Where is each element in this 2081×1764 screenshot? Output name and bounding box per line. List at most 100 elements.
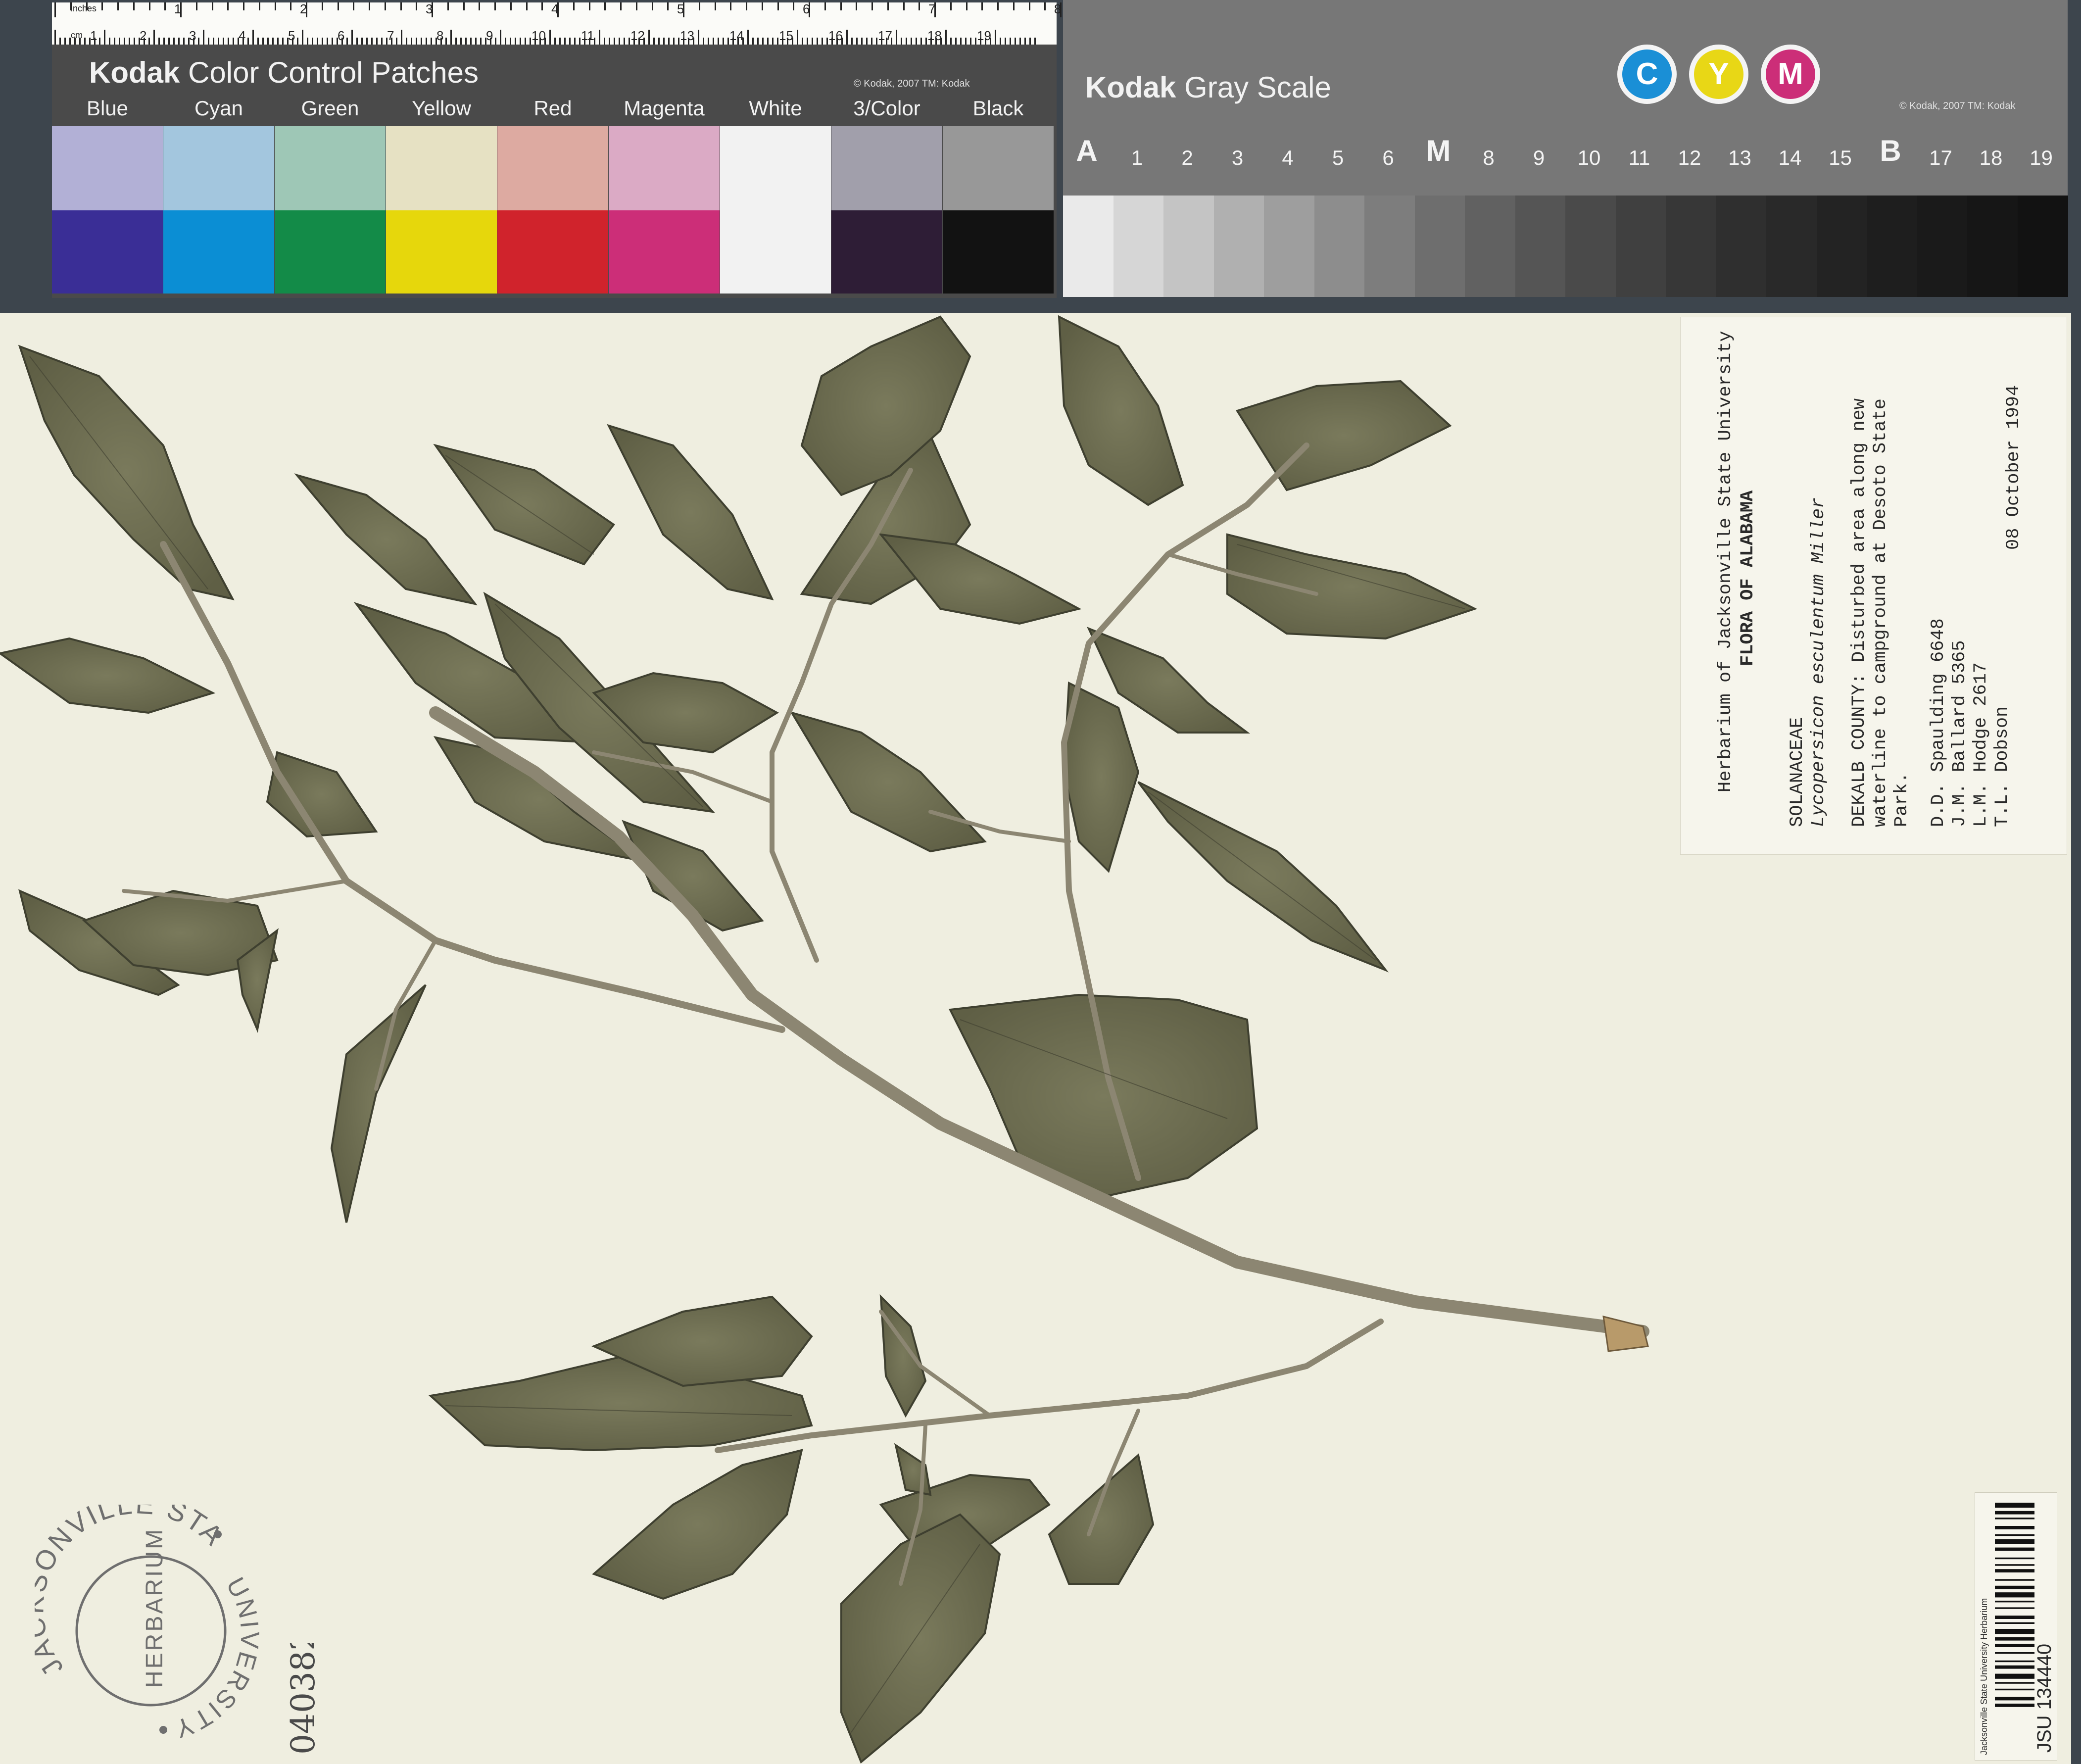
- leaf: [879, 1294, 927, 1418]
- ruler-inch-tick: [369, 2, 370, 10]
- ruler-cm-tick: [223, 38, 224, 45]
- patch-tint: [163, 126, 274, 210]
- ruler-cm-tick: [317, 38, 318, 45]
- ruler-cm-tick: [262, 38, 264, 45]
- ruler-cm-tick: [851, 38, 853, 45]
- ruler-cm-tick: [371, 38, 373, 45]
- ruler-inch-tick: [274, 2, 276, 10]
- ruler-cm-tick: [1034, 38, 1036, 45]
- ruler-inch-tick: [54, 2, 56, 17]
- gray-step-label: 19: [2030, 146, 2053, 169]
- accession-number-text: 040382: [284, 1643, 322, 1755]
- stem-cut-end: [1602, 1316, 1649, 1352]
- ruler-cm-tick: [356, 38, 358, 45]
- gray-step-patch: [1314, 196, 1365, 297]
- ruler-cm-tick: [173, 38, 175, 45]
- ruler-inch-tick: [101, 2, 103, 10]
- ruler-cm-number: 10: [532, 28, 546, 43]
- ruler-inch-tick: [463, 2, 465, 10]
- barcode-bar: [1995, 1592, 2034, 1598]
- ruler-cm-tick: [406, 38, 407, 45]
- label-date: 08 October 1994: [2003, 385, 2024, 550]
- ruler-cm-tick: [455, 38, 457, 45]
- ruler-inch-tick: [541, 2, 543, 10]
- ruler-cm-tick: [158, 38, 160, 45]
- ruler-cm-number: 11: [581, 28, 594, 43]
- ruler-inch-tick: [1028, 2, 1030, 10]
- ruler-cm-tick: [282, 38, 284, 45]
- ruler-inch-tick: [447, 2, 449, 10]
- ruler-cm-tick: [673, 38, 675, 45]
- ruler-cm-tick: [856, 38, 858, 45]
- gray-step-label: 14: [1778, 146, 1802, 169]
- barcode-bar: [1995, 1511, 2034, 1515]
- ruler-cm-tick: [604, 38, 605, 45]
- gray-step-patch: [1867, 196, 1917, 297]
- ruler-inch-tick: [761, 2, 763, 10]
- ruler-inch-number: 7: [928, 1, 936, 16]
- ruler-cm-tick: [663, 38, 665, 45]
- ruler-cm-tick: [817, 38, 818, 45]
- barcode-bar: [1995, 1585, 2034, 1589]
- ruler-cm-tick: [198, 38, 199, 45]
- ruler-cm-tick: [549, 30, 551, 45]
- patch-label-white: White: [749, 97, 802, 120]
- ruler-cm-number: 1: [90, 28, 97, 43]
- ruler-cm-tick: [574, 38, 576, 45]
- barcode-code: JSU 134440: [2033, 1643, 2055, 1753]
- gray-step-label: 9: [1533, 146, 1545, 169]
- barcode-institution: Jacksonville State University Herbarium: [1979, 1598, 1989, 1755]
- ruler-inch-number: 4: [551, 1, 559, 16]
- gray-step-label: 10: [1577, 146, 1601, 169]
- ruler-inch-tick: [290, 2, 292, 10]
- gray-step-patch: [1113, 196, 1164, 297]
- barcode-bar: [1995, 1622, 2034, 1624]
- leaf: [607, 424, 774, 600]
- ruler-cm-tick: [515, 38, 516, 45]
- ruler-cm-tick: [109, 38, 110, 45]
- leaf: [294, 473, 478, 606]
- ruler-cm-number: 13: [680, 28, 694, 43]
- ruler-cm-tick: [297, 38, 298, 45]
- ruler-inch-tick: [164, 2, 166, 10]
- gray-step-label: 17: [1929, 146, 1952, 169]
- ruler-cm-tick: [247, 38, 249, 45]
- ruler-cm-tick: [332, 38, 333, 45]
- stamp-dot: [159, 1726, 167, 1734]
- patch-solid: [720, 210, 831, 294]
- ruler-cm-tick: [653, 38, 655, 45]
- ruler-cm-tick: [777, 38, 778, 45]
- patch-tint: [943, 126, 1054, 210]
- ruler-inch-tick: [871, 2, 873, 10]
- ruler-cm-tick: [648, 30, 650, 45]
- ruler-inch-tick: [620, 2, 622, 10]
- stamp-dot: [214, 1530, 222, 1538]
- barcode-icon: [1995, 1503, 2034, 1707]
- ruler-cm-tick: [911, 38, 912, 45]
- ruler-cm-tick: [431, 38, 432, 45]
- ruler-cm-tick: [322, 38, 323, 45]
- ruler-cm-tick: [69, 38, 71, 45]
- ruler-cm-tick: [381, 38, 383, 45]
- ruler-cm-tick: [975, 38, 976, 45]
- ruler-cm-tick: [218, 38, 219, 45]
- ruler-cm-tick: [970, 38, 971, 45]
- measurement-ruler: inches cm 1 2 3 4 5 6 7 8 1 2 3 4 5 6 7 8 9 10 11 12 13 14 15 1…: [52, 1, 1062, 45]
- ruler-inch-tick: [793, 2, 795, 10]
- gray-step-label: 3: [1231, 146, 1244, 169]
- ruler-cm-tick: [916, 38, 917, 45]
- ruler-cm-tick: [346, 38, 348, 45]
- ruler-cm-tick: [747, 30, 749, 45]
- label-flora: FLORA OF ALABAMA: [1738, 490, 1758, 666]
- branch-stem: [715, 1319, 1384, 1453]
- gray-step-patch: [1465, 196, 1515, 297]
- barcode-bar: [1995, 1644, 2034, 1647]
- ruler-cm-tick: [327, 38, 328, 45]
- patch-solid: [163, 210, 274, 294]
- ruler-cm-tick: [826, 38, 828, 45]
- ruler-inch-tick: [573, 2, 575, 10]
- ruler-cm-tick: [475, 38, 477, 45]
- barcode-bar: [1995, 1682, 2034, 1684]
- ruler-cm-tick: [822, 38, 823, 45]
- ruler-cm-number: 2: [140, 28, 147, 43]
